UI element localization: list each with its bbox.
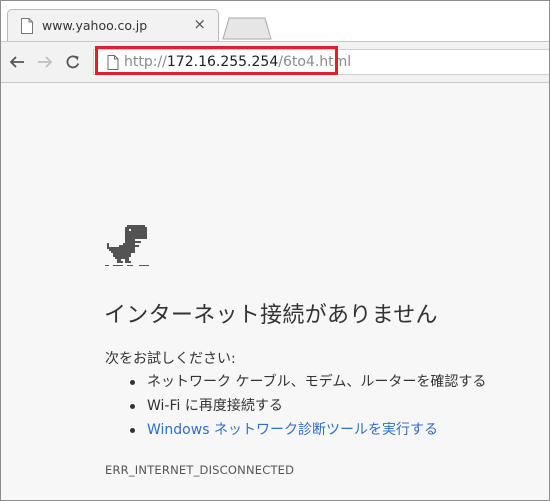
page-icon [21, 18, 33, 34]
reload-icon [66, 55, 80, 69]
tab-title: www.yahoo.co.jp [42, 18, 148, 33]
suggestions-list: ネットワーク ケーブル、モデム、ルーターを確認する Wi-Fi に再度接続する … [105, 370, 486, 442]
back-arrow-icon [9, 56, 24, 68]
url-text: http://172.16.255.254/6to4.html [124, 53, 351, 71]
error-code: ERR_INTERNET_DISCONNECTED [105, 463, 295, 477]
suggestion-check-cables: ネットワーク ケーブル、モデム、ルーターを確認する [105, 370, 486, 394]
new-tab-button[interactable] [220, 16, 272, 40]
dinosaur-icon [105, 225, 149, 266]
browser-window: www.yahoo.co.jp × http://172.16.255.254/… [0, 0, 550, 501]
forward-button[interactable] [35, 52, 55, 72]
page-title: インターネット接続がありません [104, 303, 438, 328]
reload-button[interactable] [63, 52, 83, 72]
tab-yahoo[interactable]: www.yahoo.co.jp × [7, 9, 219, 42]
url-path: /6to4.html [278, 54, 352, 70]
suggestions-label: 次をお試しください: [105, 351, 236, 367]
suggestion-reconnect-wifi: Wi-Fi に再度接続する [105, 394, 486, 418]
tab-strip: www.yahoo.co.jp × [1, 1, 549, 42]
forward-arrow-icon [38, 56, 53, 68]
address-bar[interactable]: http://172.16.255.254/6to4.html [93, 49, 549, 75]
close-icon[interactable]: × [193, 16, 206, 32]
page-icon [107, 55, 119, 70]
suggestion-run-diagnostics-link[interactable]: Windows ネットワーク診断ツールを実行する [105, 418, 486, 442]
error-page: インターネット接続がありません 次をお試しください: ネットワーク ケーブル、モ… [1, 82, 549, 500]
url-scheme: http:// [124, 54, 167, 70]
url-host: 172.16.255.254 [166, 54, 279, 70]
toolbar: http://172.16.255.254/6to4.html [1, 41, 549, 83]
back-button[interactable] [7, 52, 27, 72]
